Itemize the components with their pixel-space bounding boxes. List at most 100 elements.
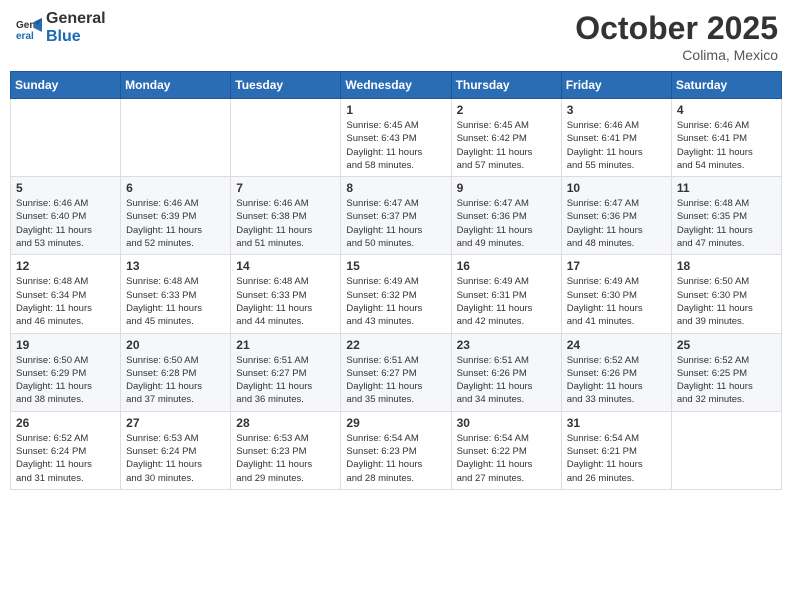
calendar-cell: 30Sunrise: 6:54 AM Sunset: 6:22 PM Dayli… xyxy=(451,411,561,489)
calendar-cell: 7 Sunrise: 6:46 AM Sunset: 6:38 PM Daylig… xyxy=(231,177,341,255)
calendar-cell: 13 Sunrise: 6:48 AM Sunset: 6:33 PM Dayli… xyxy=(121,255,231,333)
day-info: Sunrise: 6:46 AM Sunset: 6:41 PM Dayligh… xyxy=(677,119,776,172)
day-number: 4 xyxy=(677,103,776,117)
day-info: Sunrise: 6:48 AM Sunset: 6:33 PM Dayligh… xyxy=(126,275,225,328)
day-info: Sunrise: 6:45 AM Sunset: 6:42 PM Dayligh… xyxy=(457,119,556,172)
day-number: 26 xyxy=(16,416,115,430)
day-of-week-header: Friday xyxy=(561,72,671,99)
title-block: October 2025 Colima, Mexico xyxy=(575,10,778,63)
day-info: Sunrise: 6:53 AM Sunset: 6:24 PM Dayligh… xyxy=(126,432,225,485)
day-info: Sunrise: 6:45 AM Sunset: 6:43 PM Dayligh… xyxy=(346,119,445,172)
day-number: 17 xyxy=(567,259,666,273)
calendar-cell: 10 Sunrise: 6:47 AM Sunset: 6:36 PM Dayli… xyxy=(561,177,671,255)
day-number: 19 xyxy=(16,338,115,352)
day-info: Sunrise: 6:46 AM Sunset: 6:39 PM Dayligh… xyxy=(126,197,225,250)
day-info: Sunrise: 6:50 AM Sunset: 6:28 PM Dayligh… xyxy=(126,354,225,407)
calendar-cell: 3 Sunrise: 6:46 AM Sunset: 6:41 PM Daylig… xyxy=(561,99,671,177)
day-info: Sunrise: 6:47 AM Sunset: 6:36 PM Dayligh… xyxy=(457,197,556,250)
day-info: Sunrise: 6:52 AM Sunset: 6:24 PM Dayligh… xyxy=(16,432,115,485)
month-title: October 2025 xyxy=(575,10,778,47)
day-info: Sunrise: 6:52 AM Sunset: 6:25 PM Dayligh… xyxy=(677,354,776,407)
day-number: 15 xyxy=(346,259,445,273)
day-info: Sunrise: 6:46 AM Sunset: 6:41 PM Dayligh… xyxy=(567,119,666,172)
calendar-cell: 28Sunrise: 6:53 AM Sunset: 6:23 PM Dayli… xyxy=(231,411,341,489)
logo-blue: Blue xyxy=(46,28,106,46)
calendar-cell: 9 Sunrise: 6:47 AM Sunset: 6:36 PM Daylig… xyxy=(451,177,561,255)
day-info: Sunrise: 6:54 AM Sunset: 6:22 PM Dayligh… xyxy=(457,432,556,485)
day-info: Sunrise: 6:49 AM Sunset: 6:30 PM Dayligh… xyxy=(567,275,666,328)
day-info: Sunrise: 6:46 AM Sunset: 6:40 PM Dayligh… xyxy=(16,197,115,250)
day-number: 7 xyxy=(236,181,335,195)
calendar-cell: 16Sunrise: 6:49 AM Sunset: 6:31 PM Dayli… xyxy=(451,255,561,333)
day-info: Sunrise: 6:54 AM Sunset: 6:23 PM Dayligh… xyxy=(346,432,445,485)
day-info: Sunrise: 6:46 AM Sunset: 6:38 PM Dayligh… xyxy=(236,197,335,250)
calendar-cell: 14 Sunrise: 6:48 AM Sunset: 6:33 PM Dayli… xyxy=(231,255,341,333)
calendar-cell: 24 Sunrise: 6:52 AM Sunset: 6:26 PM Dayli… xyxy=(561,333,671,411)
day-info: Sunrise: 6:48 AM Sunset: 6:34 PM Dayligh… xyxy=(16,275,115,328)
day-number: 31 xyxy=(567,416,666,430)
calendar-cell: 17 Sunrise: 6:49 AM Sunset: 6:30 PM Dayli… xyxy=(561,255,671,333)
day-number: 14 xyxy=(236,259,335,273)
calendar-cell: 23 Sunrise: 6:51 AM Sunset: 6:26 PM Dayli… xyxy=(451,333,561,411)
logo-text: General Blue xyxy=(46,10,106,45)
day-number: 22 xyxy=(346,338,445,352)
day-number: 3 xyxy=(567,103,666,117)
calendar-week-row: 1 Sunrise: 6:45 AM Sunset: 6:43 PM Daylig… xyxy=(11,99,782,177)
day-info: Sunrise: 6:51 AM Sunset: 6:26 PM Dayligh… xyxy=(457,354,556,407)
calendar-cell: 11Sunrise: 6:48 AM Sunset: 6:35 PM Dayli… xyxy=(671,177,781,255)
day-of-week-header: Wednesday xyxy=(341,72,451,99)
day-number: 13 xyxy=(126,259,225,273)
logo: Gen eral General Blue xyxy=(14,10,106,45)
day-info: Sunrise: 6:48 AM Sunset: 6:33 PM Dayligh… xyxy=(236,275,335,328)
calendar-cell xyxy=(11,99,121,177)
day-number: 24 xyxy=(567,338,666,352)
day-info: Sunrise: 6:47 AM Sunset: 6:36 PM Dayligh… xyxy=(567,197,666,250)
calendar-cell: 4 Sunrise: 6:46 AM Sunset: 6:41 PM Daylig… xyxy=(671,99,781,177)
day-number: 23 xyxy=(457,338,556,352)
day-of-week-header: Thursday xyxy=(451,72,561,99)
day-number: 10 xyxy=(567,181,666,195)
day-number: 2 xyxy=(457,103,556,117)
day-info: Sunrise: 6:49 AM Sunset: 6:32 PM Dayligh… xyxy=(346,275,445,328)
calendar-cell: 6 Sunrise: 6:46 AM Sunset: 6:39 PM Daylig… xyxy=(121,177,231,255)
calendar-cell: 21 Sunrise: 6:51 AM Sunset: 6:27 PM Dayli… xyxy=(231,333,341,411)
day-number: 9 xyxy=(457,181,556,195)
calendar-table: SundayMondayTuesdayWednesdayThursdayFrid… xyxy=(10,71,782,490)
day-number: 25 xyxy=(677,338,776,352)
day-number: 27 xyxy=(126,416,225,430)
day-number: 5 xyxy=(16,181,115,195)
svg-text:eral: eral xyxy=(16,31,34,42)
day-info: Sunrise: 6:52 AM Sunset: 6:26 PM Dayligh… xyxy=(567,354,666,407)
day-info: Sunrise: 6:50 AM Sunset: 6:30 PM Dayligh… xyxy=(677,275,776,328)
day-info: Sunrise: 6:47 AM Sunset: 6:37 PM Dayligh… xyxy=(346,197,445,250)
day-number: 6 xyxy=(126,181,225,195)
calendar-cell: 15 Sunrise: 6:49 AM Sunset: 6:32 PM Dayli… xyxy=(341,255,451,333)
logo-general: General xyxy=(46,10,106,28)
calendar-cell: 19 Sunrise: 6:50 AM Sunset: 6:29 PM Dayli… xyxy=(11,333,121,411)
calendar-cell: 8Sunrise: 6:47 AM Sunset: 6:37 PM Daylig… xyxy=(341,177,451,255)
calendar-cell: 27 Sunrise: 6:53 AM Sunset: 6:24 PM Dayli… xyxy=(121,411,231,489)
calendar-cell: 29 Sunrise: 6:54 AM Sunset: 6:23 PM Dayli… xyxy=(341,411,451,489)
calendar-cell xyxy=(121,99,231,177)
calendar-cell: 22 Sunrise: 6:51 AM Sunset: 6:27 PM Dayli… xyxy=(341,333,451,411)
calendar-week-row: 26 Sunrise: 6:52 AM Sunset: 6:24 PM Dayli… xyxy=(11,411,782,489)
svg-text:Gen: Gen xyxy=(16,20,35,31)
calendar-cell xyxy=(231,99,341,177)
day-of-week-header: Sunday xyxy=(11,72,121,99)
calendar-cell: 25 Sunrise: 6:52 AM Sunset: 6:25 PM Dayli… xyxy=(671,333,781,411)
day-info: Sunrise: 6:48 AM Sunset: 6:35 PM Dayligh… xyxy=(677,197,776,250)
calendar-header-row: SundayMondayTuesdayWednesdayThursdayFrid… xyxy=(11,72,782,99)
day-number: 21 xyxy=(236,338,335,352)
day-info: Sunrise: 6:51 AM Sunset: 6:27 PM Dayligh… xyxy=(236,354,335,407)
day-of-week-header: Tuesday xyxy=(231,72,341,99)
calendar-cell: 20Sunrise: 6:50 AM Sunset: 6:28 PM Dayli… xyxy=(121,333,231,411)
calendar-cell: 5 Sunrise: 6:46 AM Sunset: 6:40 PM Daylig… xyxy=(11,177,121,255)
calendar-cell: 1 Sunrise: 6:45 AM Sunset: 6:43 PM Daylig… xyxy=(341,99,451,177)
day-number: 16 xyxy=(457,259,556,273)
day-number: 29 xyxy=(346,416,445,430)
day-info: Sunrise: 6:51 AM Sunset: 6:27 PM Dayligh… xyxy=(346,354,445,407)
day-number: 1 xyxy=(346,103,445,117)
calendar-week-row: 5 Sunrise: 6:46 AM Sunset: 6:40 PM Daylig… xyxy=(11,177,782,255)
page-header: Gen eral General Blue October 2025 Colim… xyxy=(10,10,782,63)
day-info: Sunrise: 6:50 AM Sunset: 6:29 PM Dayligh… xyxy=(16,354,115,407)
